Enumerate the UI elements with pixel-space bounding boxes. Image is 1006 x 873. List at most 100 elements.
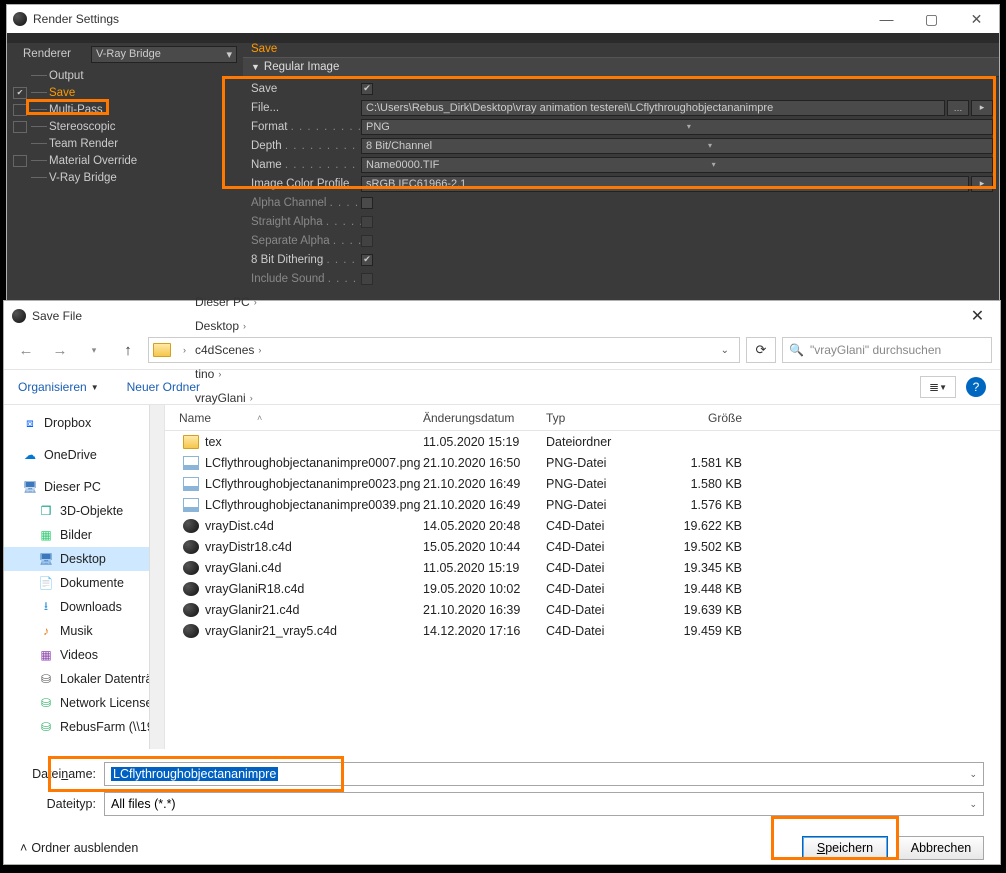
onedrive-icon: ☁ — [22, 448, 38, 462]
tree-item-v-ray-bridge[interactable]: V-Ray Bridge — [7, 169, 243, 186]
alpha-checkbox[interactable] — [361, 197, 373, 209]
file-name: LCflythroughobjectananimpre0007.png — [205, 456, 420, 470]
dialog-titlebar[interactable]: Save File ✕ — [4, 301, 1000, 331]
titlebar[interactable]: Render Settings — ▢ ✕ — [7, 5, 999, 33]
up-button[interactable]: ↑ — [114, 338, 142, 362]
sidebar-item-onedrive[interactable]: ☁OneDrive — [4, 443, 164, 467]
file-path-input[interactable]: C:\Users\Rebus_Dirk\Desktop\vray animati… — [361, 100, 945, 116]
renderer-select[interactable]: V-Ray Bridge▾ — [91, 46, 237, 63]
sidebar-item-videos[interactable]: ▦Videos — [4, 643, 164, 667]
file-size: 1.576 KB — [662, 498, 752, 512]
sidebar-item-musik[interactable]: ♪Musik — [4, 619, 164, 643]
crumb-tino[interactable]: tino › — [191, 362, 265, 386]
refresh-button[interactable]: ⟳ — [746, 337, 776, 363]
hide-folders-button[interactable]: ˄ Ordner ausblenden — [20, 841, 138, 855]
sidebar[interactable]: ⧈Dropbox ☁OneDrive 🖥Dieser PC❒3D-Objekte▦B… — [4, 405, 165, 749]
search-input[interactable]: 🔍 "vrayGlani" durchsuchen — [782, 337, 992, 363]
checkbox[interactable] — [13, 121, 27, 133]
view-button[interactable]: ≣ ▼ — [920, 376, 956, 398]
sidebar-label: Videos — [60, 648, 98, 662]
back-button[interactable]: ← — [12, 338, 40, 362]
tree-item-output[interactable]: Output — [7, 67, 243, 84]
sidebar-item-3d-objekte[interactable]: ❒3D-Objekte — [4, 499, 164, 523]
col-size[interactable]: Größe — [662, 411, 752, 425]
crumb-root[interactable]: › — [175, 338, 190, 362]
dithering-checkbox[interactable] — [361, 254, 373, 266]
icp-select[interactable]: sRGB IEC61966-2.1 — [361, 176, 969, 192]
list-item[interactable]: LCflythroughobjectananimpre0039.png21.10… — [165, 494, 1000, 515]
format-select[interactable]: PNG▾ — [361, 119, 993, 135]
file-button[interactable]: File... — [251, 102, 279, 114]
tree-item-material-override[interactable]: Material Override — [7, 152, 243, 169]
path-go-button[interactable]: ▸ — [971, 100, 993, 116]
c4d-icon — [183, 603, 199, 617]
sidebar-item-rebusfarm-19[interactable]: ⛁RebusFarm (\\19 — [4, 715, 164, 739]
tree-item-save[interactable]: ✔Save — [7, 84, 243, 101]
maximize-button[interactable]: ▢ — [909, 5, 954, 33]
sidebar-item-desktop[interactable]: 🖥Desktop — [4, 547, 164, 571]
file-size: 1.580 KB — [662, 477, 752, 491]
sidebar-item-network-license[interactable]: ⛁Network License — [4, 691, 164, 715]
sidebar-item-dropbox[interactable]: ⧈Dropbox — [4, 411, 164, 435]
checkbox[interactable] — [13, 104, 27, 116]
sidebar-item-bilder[interactable]: ▦Bilder — [4, 523, 164, 547]
sidebar-item-downloads[interactable]: ⭳Downloads — [4, 595, 164, 619]
checkbox[interactable]: ✔ — [13, 87, 27, 99]
file-date: 11.05.2020 15:19 — [423, 561, 546, 575]
file-type: Dateiordner — [546, 435, 662, 449]
chevron-down-icon[interactable]: ⌄ — [721, 345, 735, 356]
list-item[interactable]: vrayDistr18.c4d15.05.2020 10:44C4D-Datei… — [165, 536, 1000, 557]
col-type[interactable]: Typ — [546, 411, 662, 425]
png-icon — [183, 477, 199, 491]
tree-item-stereoscopic[interactable]: Stereoscopic — [7, 118, 243, 135]
sidebar-item-lokaler-datentr-[interactable]: ⛁Lokaler Datenträ — [4, 667, 164, 691]
chevron-down-icon[interactable]: ⌄ — [969, 799, 977, 810]
breadcrumb[interactable]: › Dieser PC ›Desktop ›c4dScenes ›tino ›v… — [148, 337, 740, 363]
list-item[interactable]: vrayGlani.c4d11.05.2020 15:19C4D-Datei19… — [165, 557, 1000, 578]
list-item[interactable]: vrayGlanir21.c4d21.10.2020 16:39C4D-Date… — [165, 599, 1000, 620]
close-button[interactable]: ✕ — [955, 301, 1000, 331]
checkbox[interactable] — [13, 155, 27, 167]
checkbox — [13, 70, 27, 82]
icp-go-button[interactable]: ▸ — [971, 176, 993, 192]
list-item[interactable]: LCflythroughobjectananimpre0007.png21.10… — [165, 452, 1000, 473]
crumb-dieser pc[interactable]: Dieser PC › — [191, 290, 265, 314]
chevron-down-icon[interactable]: ⌄ — [969, 769, 977, 780]
save-button[interactable]: Speichern — [802, 836, 888, 860]
crumb-c4dscenes[interactable]: c4dScenes › — [191, 338, 265, 362]
list-item[interactable]: vrayDist.c4d14.05.2020 20:48C4D-Datei19.… — [165, 515, 1000, 536]
list-item[interactable]: tex11.05.2020 15:19Dateiordner — [165, 431, 1000, 452]
name-select[interactable]: Name0000.TIF▾ — [361, 157, 993, 173]
sidebar-item-dokumente[interactable]: 📄Dokumente — [4, 571, 164, 595]
minimize-button[interactable]: — — [864, 5, 909, 33]
app-icon — [13, 12, 27, 26]
tree-item-multi-pass[interactable]: Multi-Pass — [7, 101, 243, 118]
filetype-select[interactable]: All files (*.*) ⌄ — [104, 792, 984, 816]
save-checkbox[interactable] — [361, 83, 373, 95]
help-button[interactable]: ? — [966, 377, 986, 397]
file-list[interactable]: Name ˄ Änderungsdatum Typ Größe tex11.05… — [165, 405, 1000, 749]
list-item[interactable]: vrayGlaniR18.c4d19.05.2020 10:02C4D-Date… — [165, 578, 1000, 599]
list-header[interactable]: Name ˄ Änderungsdatum Typ Größe — [165, 405, 1000, 431]
file-name: vrayGlanir21.c4d — [205, 603, 300, 617]
crumb-desktop[interactable]: Desktop › — [191, 314, 265, 338]
depth-select[interactable]: 8 Bit/Channel▾ — [361, 138, 993, 154]
cancel-button[interactable]: Abbrechen — [898, 836, 984, 860]
col-date[interactable]: Änderungsdatum — [423, 411, 546, 425]
sidebar-item-dieser-pc[interactable]: 🖥Dieser PC — [4, 475, 164, 499]
forward-button[interactable]: → — [46, 338, 74, 362]
list-item[interactable]: LCflythroughobjectananimpre0023.png21.10… — [165, 473, 1000, 494]
settings-detail: Save ▼ Regular Image Save File... — [243, 43, 999, 301]
col-name[interactable]: Name ˄ — [165, 411, 423, 425]
recent-button[interactable]: ▾ — [80, 338, 108, 362]
organize-menu[interactable]: Organisieren ▼ — [18, 380, 99, 394]
new-folder-button[interactable]: Neuer Ordner — [127, 380, 200, 394]
list-item[interactable]: vrayGlanir21_vray5.c4d14.12.2020 17:16C4… — [165, 620, 1000, 641]
regular-image-section[interactable]: ▼ Regular Image — [243, 57, 999, 77]
filename-input[interactable]: LCflythroughobjectananimpre ⌄ — [104, 762, 984, 786]
browse-button[interactable]: … — [947, 100, 969, 116]
grip-bar[interactable] — [7, 33, 999, 43]
tree-item-team-render[interactable]: Team Render — [7, 135, 243, 152]
sidebar-label: Desktop — [60, 552, 106, 566]
close-button[interactable]: ✕ — [954, 5, 999, 33]
